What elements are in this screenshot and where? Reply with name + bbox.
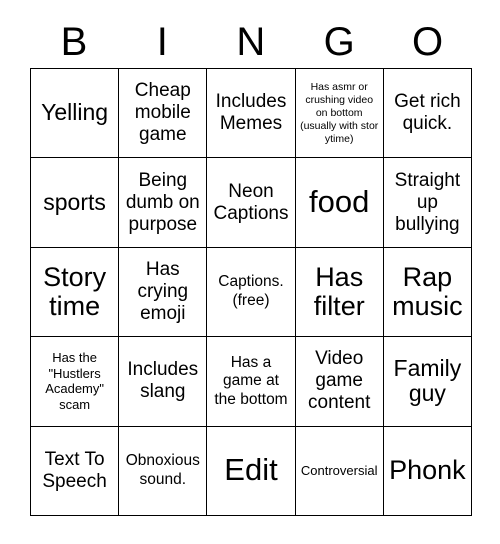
bingo-grid: Yelling Cheap mobile game Includes Memes Ha…	[30, 68, 472, 516]
bingo-cell-r4c5[interactable]: Family guy	[383, 337, 472, 427]
bingo-cell-label: Phonk	[389, 455, 466, 486]
bingo-cell-label: Has a game at the bottom	[214, 353, 288, 408]
bingo-cell-r4c2[interactable]: Includes slang	[119, 337, 208, 427]
bingo-cell-label: Edit	[224, 452, 278, 488]
bingo-cell-label: Has filter	[313, 261, 365, 321]
bingo-cell-label: Story time	[43, 261, 107, 321]
bingo-cell-label: Captions. (free)	[218, 273, 284, 309]
bingo-cell-r1c4[interactable]: Has asmr or crushing video on bottom (us…	[295, 69, 384, 159]
bingo-cell-r1c3[interactable]: Includes Memes	[207, 69, 296, 159]
bingo-header-letter-g: G	[323, 20, 356, 64]
bingo-cell-label: food	[309, 184, 370, 220]
bingo-cell-label: Straight up bullying	[394, 169, 461, 235]
bingo-cell-r1c5[interactable]: Get rich quick.	[383, 69, 472, 159]
bingo-cell-r3c2[interactable]: Has crying emoji	[119, 247, 208, 338]
bingo-header-letter-n: N	[236, 20, 266, 64]
bingo-cell-label: Video game content	[308, 348, 371, 414]
bingo-cell-r5c3[interactable]: Edit	[207, 426, 296, 516]
bingo-cell-r2c5[interactable]: Straight up bullying	[383, 158, 472, 248]
bingo-cell-r3c1[interactable]: Story time	[31, 247, 120, 338]
bingo-cell-r2c1[interactable]: sports	[31, 158, 120, 248]
bingo-header-letter-i: I	[156, 20, 169, 64]
bingo-cell-label: Controversial	[300, 462, 378, 478]
bingo-header-row: BINGO	[30, 16, 472, 68]
bingo-cell-r2c3[interactable]: Neon Captions	[207, 158, 296, 248]
bingo-cell-r5c2[interactable]: Obnoxious sound.	[119, 426, 208, 516]
bingo-header-letter-b: B	[60, 20, 88, 64]
bingo-cell-label: Cheap mobile game	[134, 80, 191, 146]
bingo-cell-r5c4[interactable]: Controversial	[295, 426, 384, 516]
bingo-cell-r4c4[interactable]: Video game content	[295, 337, 384, 427]
bingo-header-letter-o: O	[412, 20, 444, 64]
bingo-cell-label: Includes slang	[127, 359, 199, 403]
bingo-cell-label: Has crying emoji	[137, 258, 189, 324]
bingo-cell-label: Includes Memes	[215, 91, 287, 135]
bingo-cell-label: Has the "Hustlers Academy" scam	[45, 349, 104, 413]
bingo-cell-r1c2[interactable]: Cheap mobile game	[119, 69, 208, 159]
bingo-cell-label: Obnoxious sound.	[125, 452, 200, 488]
bingo-cell-label: Neon Captions	[213, 180, 289, 224]
bingo-cell-label: Yelling	[41, 99, 109, 126]
bingo-cell-r4c3[interactable]: Has a game at the bottom	[207, 337, 296, 427]
bingo-cell-label: Being dumb on purpose	[125, 169, 200, 235]
bingo-cell-r2c4[interactable]: food	[295, 158, 384, 248]
bingo-cell-label: Text To Speech	[42, 448, 107, 492]
bingo-cell-r1c1[interactable]: Yelling	[31, 69, 120, 159]
bingo-cell-r5c5[interactable]: Phonk	[383, 426, 472, 516]
bingo-cell-label: Rap music	[392, 261, 463, 321]
bingo-cell-r2c2[interactable]: Being dumb on purpose	[119, 158, 208, 248]
bingo-cell-label: Family guy	[393, 354, 462, 407]
bingo-card: B I N G O Yelling Cheap mobile game Includes M…	[0, 0, 500, 544]
bingo-cell-r3c5[interactable]: Rap music	[383, 247, 472, 338]
bingo-cell-label: Get rich quick.	[394, 91, 461, 135]
bingo-cell-label: sports	[43, 188, 106, 215]
bingo-cell-r3c3[interactable]: Captions. (free)	[207, 247, 296, 338]
bingo-cell-r4c1[interactable]: Has the "Hustlers Academy" scam	[31, 337, 120, 427]
bingo-cell-label: Has asmr or crushing video on bottom (us…	[300, 80, 379, 145]
bingo-cell-r3c4[interactable]: Has filter	[295, 247, 384, 338]
bingo-cell-r5c1[interactable]: Text To Speech	[31, 426, 120, 516]
